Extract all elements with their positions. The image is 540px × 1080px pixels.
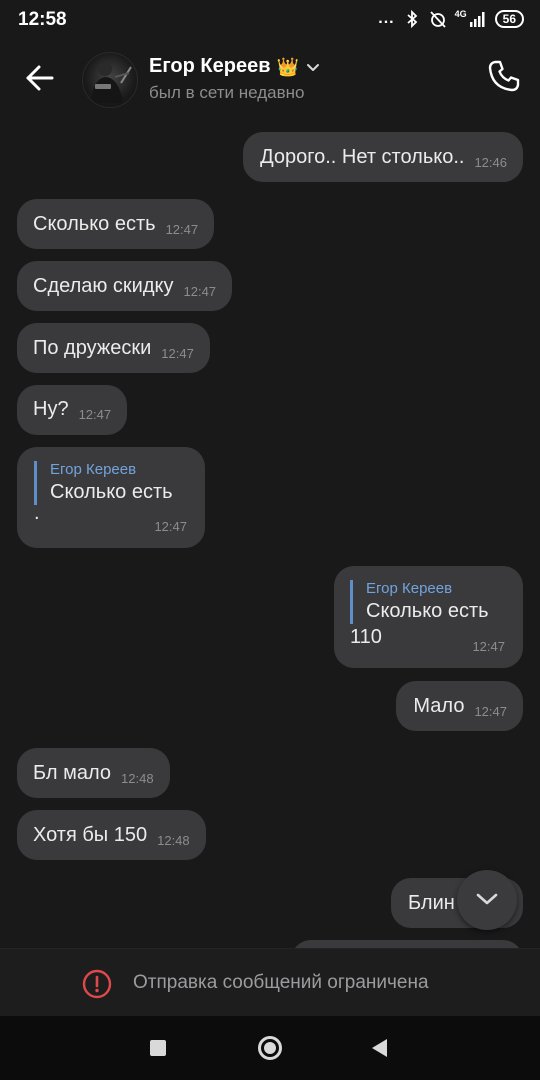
message-time: 12:47 bbox=[78, 407, 112, 422]
message-bubble-in[interactable]: Ну? 12:47 bbox=[17, 385, 128, 435]
warning-icon bbox=[82, 969, 112, 999]
message-text: Дорого.. Нет столько.. bbox=[260, 146, 465, 168]
message-text: Блин bbox=[408, 892, 455, 914]
message-bubble-in[interactable]: Сколько есть 12:47 bbox=[17, 199, 215, 249]
system-nav-bar bbox=[0, 1016, 540, 1080]
status-dots: ... bbox=[378, 10, 395, 27]
message-time: 12:46 bbox=[474, 155, 507, 170]
contact-name: Егор Кереев bbox=[149, 55, 271, 77]
message-text: Бл мало bbox=[33, 762, 112, 784]
status-time: 12:58 bbox=[18, 9, 67, 30]
reply-quote[interactable]: Егор Кереев Сколько есть bbox=[350, 580, 505, 624]
message-bubble-reply-in[interactable]: Егор Кереев Сколько есть . 12:47 bbox=[17, 447, 205, 548]
avatar-figure-icon bbox=[91, 62, 132, 103]
contact-status: был в сети недавно bbox=[149, 83, 305, 102]
message-time: 12:47 bbox=[474, 704, 507, 719]
message-bubble-in[interactable]: По дружески 12:47 bbox=[17, 323, 210, 373]
message-text: Мало bbox=[413, 695, 465, 717]
scroll-down-icon bbox=[476, 893, 498, 905]
nav-back-icon[interactable] bbox=[372, 1039, 387, 1057]
signal-icon bbox=[469, 12, 485, 27]
phone-icon[interactable] bbox=[486, 58, 522, 94]
chevron-down-icon[interactable] bbox=[305, 59, 321, 75]
scroll-down-button[interactable] bbox=[457, 870, 517, 930]
message-bubble-out[interactable]: Мало 12:47 bbox=[396, 681, 523, 731]
reply-quote-author: Егор Кереев bbox=[366, 580, 453, 597]
battery-indicator: 56 bbox=[494, 10, 524, 28]
message-time: 12:47 bbox=[165, 222, 199, 237]
avatar[interactable] bbox=[82, 52, 138, 108]
reply-quote-author: Егор Кереев bbox=[50, 461, 137, 478]
alarm-off-icon bbox=[429, 11, 446, 28]
message-bubble-in[interactable]: Хотя бы 150 12:48 bbox=[17, 810, 206, 860]
message-bubble-in[interactable]: Бл мало 12:48 bbox=[17, 748, 170, 798]
reply-quote[interactable]: Егор Кереев Сколько есть bbox=[34, 461, 187, 505]
bluetooth-icon bbox=[407, 10, 417, 28]
message-bubble-out[interactable]: Дорого.. Нет столько.. 12:46 bbox=[243, 132, 523, 182]
message-list[interactable]: Дорого.. Нет столько.. 12:46 Сколько есть… bbox=[0, 118, 540, 948]
status-icons: ... 4G 56 bbox=[378, 9, 524, 29]
chat-header: Егор Кереев 👑 был в сети недавно bbox=[0, 40, 540, 118]
message-time: 12:48 bbox=[121, 771, 154, 786]
message-time: 12:47 bbox=[154, 519, 187, 534]
restricted-message: Отправка сообщений ограничена bbox=[133, 972, 429, 993]
message-bubble-out-partial[interactable] bbox=[291, 940, 523, 948]
network-label: 4G bbox=[454, 9, 467, 19]
message-time: 12:47 bbox=[472, 639, 505, 654]
contact-title-row[interactable]: Егор Кереев 👑 bbox=[149, 55, 321, 78]
message-text: По дружески bbox=[33, 337, 152, 359]
crown-icon: 👑 bbox=[276, 56, 299, 77]
message-bubble-reply-out[interactable]: Егор Кереев Сколько есть 110 12:47 bbox=[334, 566, 523, 668]
message-time: 12:48 bbox=[157, 833, 190, 848]
message-text: Сколько есть bbox=[33, 213, 156, 235]
message-bubble-in[interactable]: Сделаю скидку 12:47 bbox=[17, 261, 233, 311]
message-time: 12:47 bbox=[161, 346, 194, 361]
messaging-restricted-bar: Отправка сообщений ограничена bbox=[0, 948, 540, 1016]
nav-recents-icon[interactable] bbox=[150, 1040, 166, 1056]
message-text: Сделаю скидку bbox=[33, 275, 174, 297]
reply-quote-text: Сколько есть bbox=[366, 600, 489, 622]
nav-home-icon[interactable] bbox=[258, 1036, 282, 1060]
message-text: Хотя бы 150 bbox=[33, 824, 148, 846]
reply-quote-text: Сколько есть bbox=[50, 481, 173, 503]
message-text: Ну? bbox=[33, 398, 69, 420]
back-arrow-icon[interactable] bbox=[20, 58, 60, 98]
status-bar: 12:58 ... 4G 56 bbox=[0, 0, 540, 40]
message-time: 12:47 bbox=[183, 284, 217, 299]
